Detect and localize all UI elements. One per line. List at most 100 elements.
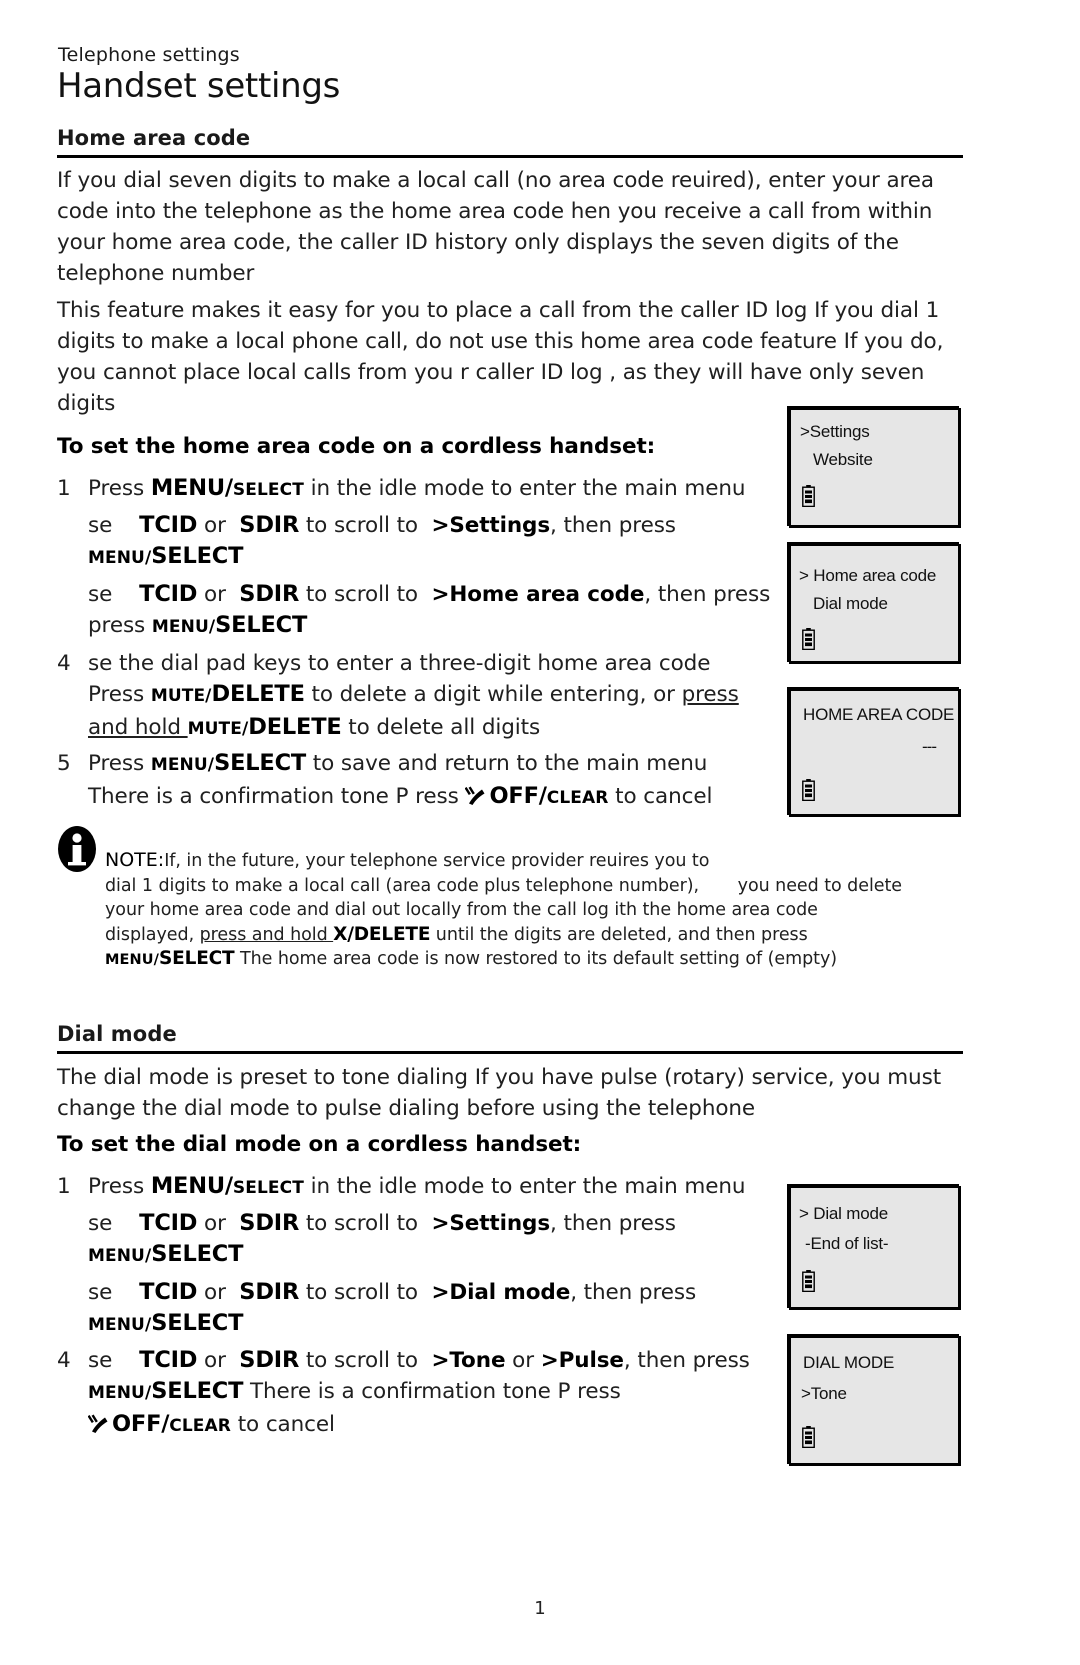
arrow-down-icon: S xyxy=(239,1210,256,1236)
menu-target-home-area-code: >Home area code xyxy=(431,582,645,607)
section-rule xyxy=(57,155,963,158)
step-number-4-dial: 4 xyxy=(57,1348,71,1373)
lcd-screen-home-area-code-entry: HOME AREA CODE --- xyxy=(787,687,959,815)
key-cid: CID xyxy=(154,1347,198,1373)
key-menu-small: MENU/ xyxy=(88,1383,152,1403)
key-menu-small: MENU/ xyxy=(151,617,216,637)
press-and-hold-emphasis: press and hold xyxy=(199,924,334,945)
arrow-up-icon: T xyxy=(139,581,155,607)
key-cid: CID xyxy=(154,1279,198,1305)
step-4-or2: or xyxy=(505,1348,541,1373)
note-text: NOTE:If, in the future, your telephone s… xyxy=(105,848,1005,973)
step-3-dial: se TCID or SDIR to scroll to >Dial mode,… xyxy=(88,1277,778,1341)
step-4-tail: , then press xyxy=(623,1348,750,1373)
arrow-down-icon: S xyxy=(239,512,256,538)
step-2-home: se TCID or SDIR to scroll to >Settings, … xyxy=(88,510,778,574)
key-cid: CID xyxy=(154,512,198,538)
key-menu: MENU/ xyxy=(150,1173,233,1199)
step-3-home: se TCID or SDIR to scroll to >Home area … xyxy=(88,579,788,643)
step-number-5: 5 xyxy=(57,751,71,776)
key-mute-small: MUTE/ xyxy=(150,686,212,706)
key-x-delete: X/DELETE xyxy=(333,923,431,945)
step-5-line2-pre: There is a confirmation tone P ress xyxy=(88,784,466,809)
step-2-tail: , then press xyxy=(550,1211,676,1236)
arrow-up-icon: T xyxy=(139,1347,155,1373)
paragraph-home-area-code-1: If you dial seven digits to make a local… xyxy=(57,168,935,286)
arrow-down-icon: S xyxy=(239,1279,256,1305)
lcd-line-1: HOME AREA CODE xyxy=(803,705,955,724)
step-2-or: or xyxy=(197,513,233,538)
paragraph-home-area-code-2: This feature makes it easy for you to pl… xyxy=(57,298,944,416)
key-menu-small: MENU/ xyxy=(88,548,152,568)
note-line-5b: The home area code is now restored to it… xyxy=(234,949,838,969)
step-3-mid: to scroll to xyxy=(299,582,425,607)
step-2-or: or xyxy=(197,1211,233,1236)
step-4-or: or xyxy=(197,1348,233,1373)
menu-target-pulse: >Pulse xyxy=(540,1348,624,1373)
lcd-screen-settings: >Settings Website xyxy=(787,406,959,526)
note-line-2b: you need to delete xyxy=(737,875,903,896)
page-title: Handset settings xyxy=(57,66,341,106)
step-3-use: se xyxy=(88,1280,119,1305)
info-icon xyxy=(57,826,97,872)
step-1-text-pre: Press xyxy=(88,476,151,501)
lcd-line-1: > Home area code xyxy=(799,566,937,585)
section-title: Dial mode xyxy=(57,1022,177,1046)
key-off-big: OFF/ xyxy=(112,1411,170,1437)
step-3-mid: to scroll to xyxy=(299,1280,425,1305)
lcd-line-1: DIAL MODE xyxy=(803,1353,895,1372)
document-page: Telephone settings Handset settings Home… xyxy=(0,0,1080,1665)
step-2-mid: to scroll to xyxy=(299,1211,425,1236)
note-line-4b: until the digits are deleted, and then p… xyxy=(430,924,808,945)
battery-icon xyxy=(802,1426,815,1449)
key-delete-big: DELETE xyxy=(211,681,305,707)
note-line-2a: dial 1 digits to make a local call (area… xyxy=(105,875,700,896)
step-4-mid: to scroll to xyxy=(299,1348,425,1373)
key-delete-big: DELETE xyxy=(248,714,342,740)
key-select-big: SELECT xyxy=(159,948,235,969)
key-dir: DIR xyxy=(255,1347,300,1373)
arrow-down-icon: S xyxy=(239,581,256,607)
step-4-line3-post: to cancel xyxy=(230,1412,335,1437)
step-3-use: se xyxy=(88,582,119,607)
key-dir: DIR xyxy=(255,1279,300,1305)
key-select: SELECT xyxy=(232,480,304,500)
menu-target-dial-mode: >Dial mode xyxy=(431,1280,571,1305)
step-4-text-2: to delete a digit while entering, or xyxy=(304,682,682,707)
call-end-icon xyxy=(87,1412,110,1433)
step-5-pre: Press xyxy=(88,751,151,776)
key-menu-small: MENU/ xyxy=(150,755,215,775)
key-select: SELECT xyxy=(232,1178,304,1198)
step-4-home: se the dial pad keys to enter a three-di… xyxy=(88,648,768,745)
key-select-big: SELECT xyxy=(214,750,307,776)
key-clear-small: CLEAR xyxy=(169,1416,231,1436)
key-menu-small: MENU/ xyxy=(88,1246,152,1266)
note-line-3: your home area code and dial out locally… xyxy=(105,900,818,920)
battery-icon xyxy=(802,628,815,651)
step-4-use: se xyxy=(88,1348,119,1373)
battery-icon xyxy=(802,1270,815,1293)
step-2-use: se xyxy=(88,513,119,538)
key-select-big: SELECT xyxy=(151,1310,244,1336)
step-5-line2-post: to cancel xyxy=(608,784,713,809)
lcd-line-2: >Tone xyxy=(801,1384,847,1403)
key-off-big: OFF/ xyxy=(489,783,547,809)
step-2-tail: , then press xyxy=(550,513,676,538)
key-cid: CID xyxy=(154,581,198,607)
subheading-set-home-area-code: To set the home area code on a cordless … xyxy=(57,434,656,459)
subheading-set-dial-mode: To set the dial mode on a cordless hands… xyxy=(57,1132,582,1157)
lcd-line-1: >Settings xyxy=(800,422,870,441)
key-menu: MENU/ xyxy=(150,475,233,501)
battery-icon xyxy=(802,779,815,802)
step-4-line2-post: There is a confirmation tone P ress xyxy=(243,1379,621,1404)
step-2-dial: se TCID or SDIR to scroll to >Settings, … xyxy=(88,1208,778,1272)
step-2-use: se xyxy=(88,1211,119,1236)
lcd-line-1: > Dial mode xyxy=(799,1204,888,1223)
key-dir: DIR xyxy=(255,581,300,607)
step-3-or: or xyxy=(197,582,233,607)
step-1-home: Press MENU/SELECT in the idle mode to en… xyxy=(88,473,768,506)
step-5-home: Press MENU/SELECT to save and return to … xyxy=(88,748,778,814)
key-mute-small: MUTE/ xyxy=(187,719,249,739)
section-rule xyxy=(57,1051,963,1054)
note-line-4a: displayed, xyxy=(105,924,200,945)
